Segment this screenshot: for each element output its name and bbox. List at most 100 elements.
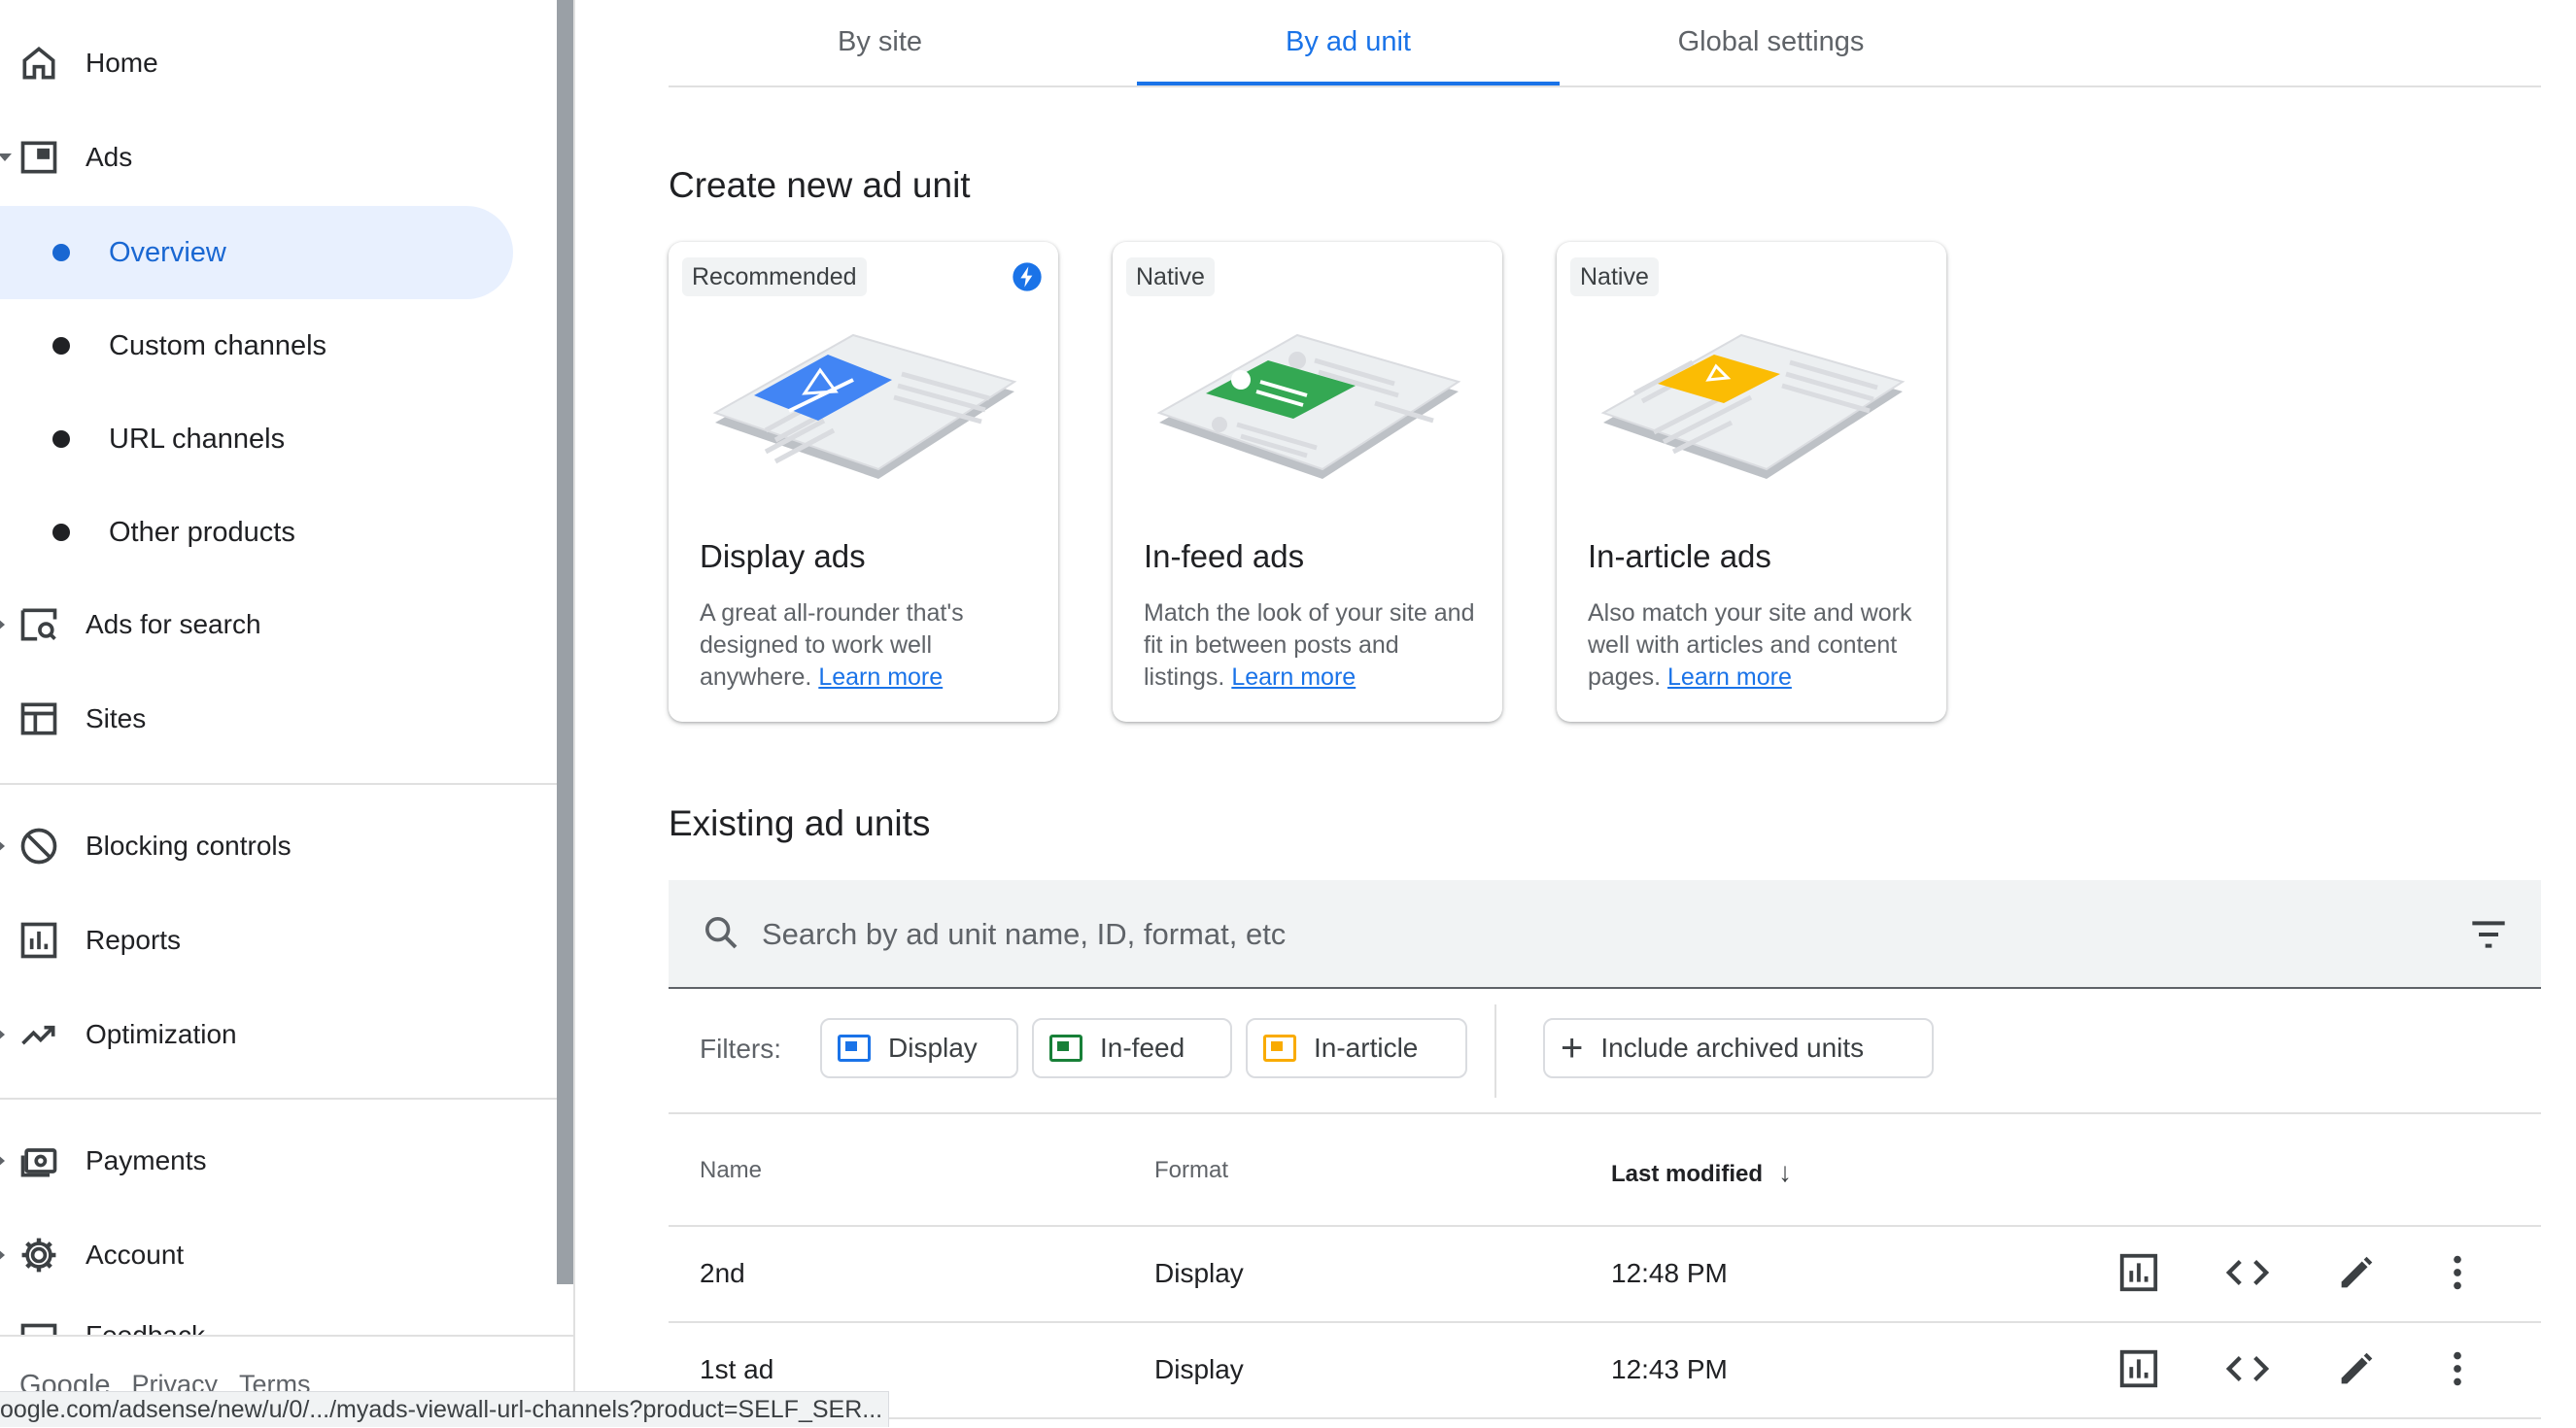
bullet-dot-icon [52,244,70,261]
sidebar-item-custom-channels[interactable]: Custom channels [0,299,513,392]
in-article-format-icon [1263,1035,1296,1062]
ad-unit-search[interactable]: Search by ad unit name, ID, format, etc [669,880,2541,989]
nav-account[interactable]: Account [0,1210,513,1300]
bullet-dot-icon [52,524,70,541]
bullet-dot-icon [52,337,70,355]
nav-home-label: Home [86,48,158,78]
ad-unit-name[interactable]: 1st ad [700,1354,773,1385]
nav-ads-label: Ads [86,142,133,172]
tab-bar: By site By ad unit Global settings [669,0,2541,87]
sidebar-item-label: Other products [109,516,295,548]
edit-pencil-icon[interactable] [2334,1346,2379,1391]
native-badge: Native [1126,257,1215,296]
nav-blocking-controls[interactable]: Blocking controls [0,801,513,891]
column-last-modified[interactable]: Last modified ↓ [1611,1157,1792,1188]
in-feed-ads-description: Match the look of your site and fit in b… [1144,599,1475,691]
table-row[interactable]: 2nd Display 12:48 PM [669,1227,2541,1323]
bullet-dot-icon [52,430,70,448]
sidebar-divider [0,1098,557,1100]
include-archived-chip[interactable]: + Include archived units [1543,1018,1934,1078]
display-ads-card[interactable]: Recommended Display ads A great all-roun… [669,242,1058,722]
in-article-ads-card[interactable]: Native In-article ads Also match your si… [1557,242,1946,722]
chevron-right-icon [0,1248,5,1262]
in-article-ads-description: Also match your site and work well with … [1588,599,1912,691]
filter-chip-display[interactable]: Display [820,1018,1018,1078]
learn-more-link[interactable]: Learn more [1667,663,1792,691]
ad-unit-modified: 12:48 PM [1611,1258,1728,1288]
sidebar-item-overview[interactable]: Overview [0,206,513,299]
nav-ads[interactable]: Ads [0,113,513,202]
in-article-ads-illustration [1600,333,1906,479]
nav-reports[interactable]: Reports [0,896,513,985]
nav-payments-label: Payments [86,1145,207,1175]
learn-more-link[interactable]: Learn more [818,663,943,691]
nav-home[interactable]: Home [0,18,513,108]
sidebar-divider [0,783,557,785]
search-icon [705,917,738,949]
arrow-down-icon: ↓ [1778,1157,1793,1187]
search-input[interactable]: Search by ad unit name, ID, format, etc [762,917,1286,952]
native-badge: Native [1570,257,1659,296]
ad-unit-format: Display [1154,1258,1244,1288]
filter-chip-in-article[interactable]: In-article [1246,1018,1467,1078]
table-row[interactable]: 1st ad Display 12:43 PM [669,1323,2541,1419]
in-feed-ads-title: In-feed ads [1144,538,1305,574]
chevron-down-icon [0,153,12,161]
chevron-right-icon [0,618,5,631]
chevron-right-icon [0,1154,5,1168]
table-header: Name Format Last modified ↓ [669,1114,2541,1227]
tab-by-ad-unit[interactable]: By ad unit [1137,0,1560,85]
sidebar-item-label: URL channels [109,423,286,455]
ads-icon [20,141,57,174]
filter-list-icon[interactable] [2469,917,2508,952]
code-icon[interactable] [2225,1346,2270,1391]
reports-icon [20,922,57,959]
ad-unit-name[interactable]: 2nd [700,1258,745,1289]
chip-label: In-article [1314,1033,1419,1063]
display-ads-illustration [712,333,1017,479]
ad-unit-format: Display [1154,1354,1244,1384]
sidebar-item-label: Custom channels [109,329,327,361]
display-ads-description: A great all-rounder that's designed to w… [700,599,964,691]
code-icon[interactable] [2225,1250,2270,1295]
feedback-icon [20,1323,57,1335]
nav-feedback-label: Feedback [86,1320,205,1335]
report-icon[interactable] [2116,1346,2161,1391]
filter-row: Filters: Display In-feed In-article + In… [669,989,2541,1114]
sidebar-border [573,0,575,1426]
nav-sites[interactable]: Sites [0,674,513,764]
in-feed-ads-illustration [1156,333,1461,479]
nav-optimization[interactable]: Optimization [0,990,513,1079]
more-vert-icon[interactable] [2435,1250,2480,1295]
nav-ads-for-search-label: Ads for search [86,609,261,639]
chip-label: Display [888,1033,978,1063]
tab-by-site[interactable]: By site [669,0,1091,84]
chevron-right-icon [0,1028,5,1041]
more-vert-icon[interactable] [2435,1346,2480,1391]
filters-label: Filters: [700,1034,781,1064]
nav-blocking-controls-label: Blocking controls [86,831,292,861]
nav-payments[interactable]: Payments [0,1116,513,1206]
sidebar-item-url-channels[interactable]: URL channels [0,392,513,486]
sidebar-item-other-products[interactable]: Other products [0,486,513,579]
in-article-ads-title: In-article ads [1588,538,1771,574]
in-feed-ads-card[interactable]: Native In-feed ads Match the look of you… [1113,242,1502,722]
edit-pencil-icon[interactable] [2334,1250,2379,1295]
filter-chip-in-feed[interactable]: In-feed [1032,1018,1232,1078]
bolt-icon [1013,262,1042,291]
payments-icon [20,1148,57,1177]
tab-global-settings[interactable]: Global settings [1560,0,1982,84]
block-icon [20,828,57,865]
nav-feedback[interactable]: Feedback [0,1305,513,1335]
ad-unit-modified: 12:43 PM [1611,1354,1728,1384]
sidebar-scrollbar[interactable] [557,0,573,1284]
trending-up-icon [21,1025,55,1045]
learn-more-link[interactable]: Learn more [1231,663,1356,691]
gear-icon [21,1238,56,1273]
report-icon[interactable] [2116,1250,2161,1295]
nav-ads-for-search[interactable]: Ads for search [0,580,513,669]
column-name[interactable]: Name [700,1157,762,1184]
column-format[interactable]: Format [1154,1157,1228,1184]
display-format-icon [838,1035,871,1062]
chip-label: In-feed [1100,1033,1185,1063]
